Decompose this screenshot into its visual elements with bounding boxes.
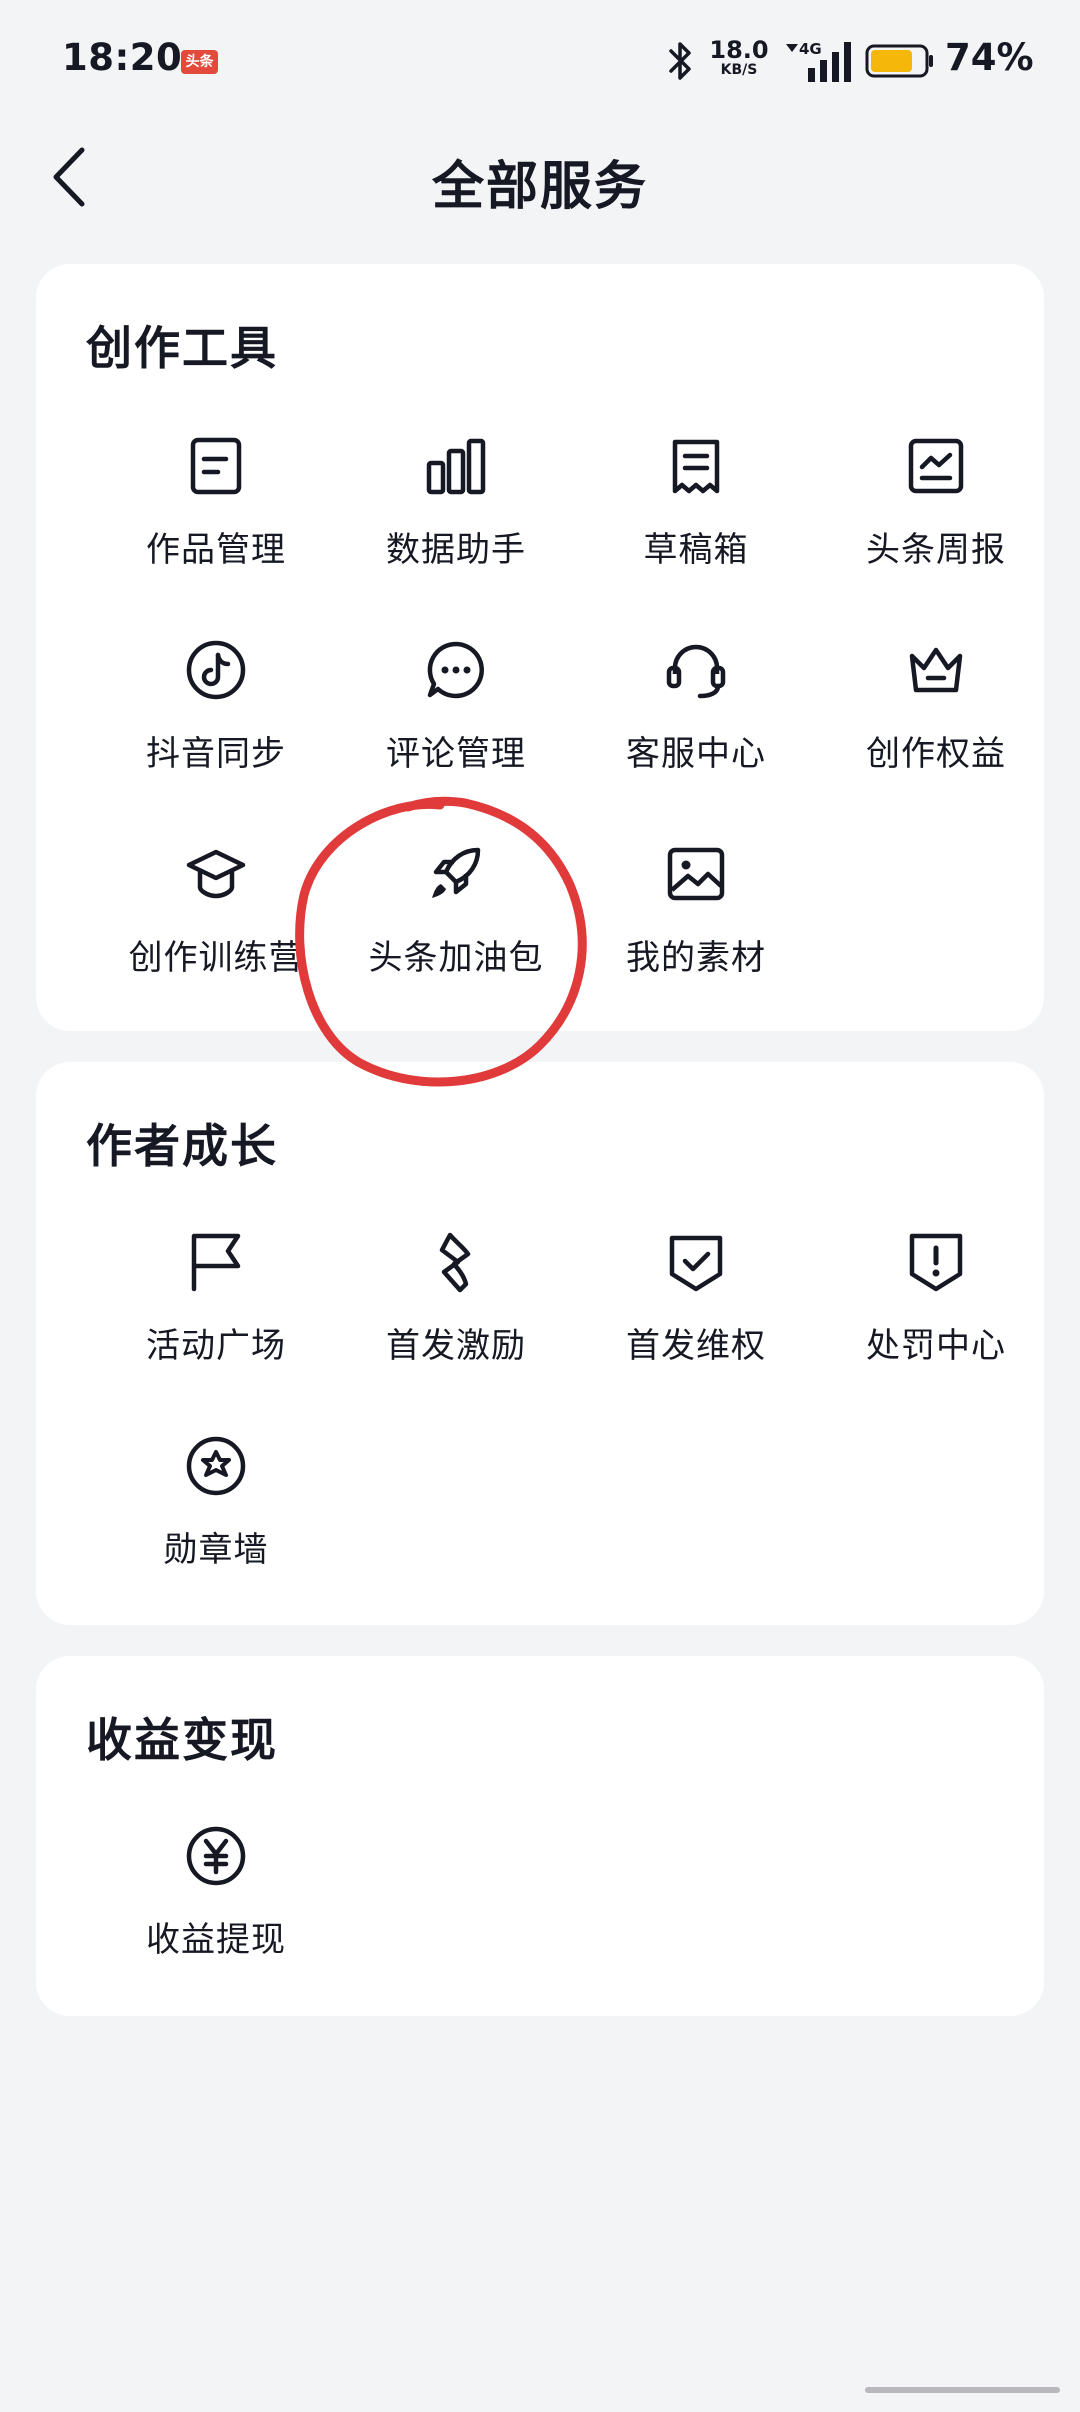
medal-icon (186, 1436, 246, 1496)
service-label: 创作权益 (866, 734, 1006, 774)
section-title: 收益变现 (86, 1713, 278, 1767)
bar-chart-icon (426, 438, 486, 495)
service-label: 首发激励 (386, 1326, 526, 1366)
service-label: 客服中心 (626, 734, 766, 774)
service-penalty-center[interactable]: 处罚中心 (816, 1232, 1056, 1412)
service-label: 创作训练营 (128, 938, 304, 978)
douyin-icon (186, 640, 246, 700)
service-medal-wall[interactable]: 勋章墙 (96, 1436, 336, 1616)
section-title: 作者成长 (86, 1119, 278, 1173)
battery-percent: 74% (945, 36, 1034, 79)
service-earnings-withdrawal[interactable]: 收益提现 (96, 1826, 336, 2006)
section-monetization: 收益变现 收益提现 (36, 1656, 1044, 2016)
draft-icon (672, 439, 720, 494)
network-type: 4G (799, 40, 822, 58)
service-label: 头条加油包 (368, 938, 544, 978)
net-speed-value: 18.0 (709, 36, 769, 64)
section-creation-tools: 创作工具 作品管理 数据助手 草稿箱 头条周报 抖音同步 评论管理 客服中心 创… (36, 264, 1044, 1031)
service-label: 收益提现 (146, 1920, 286, 1960)
section-author-growth: 作者成长 活动广场 首发激励 首发维权 处罚中心 勋章墙 (36, 1062, 1044, 1625)
service-label: 评论管理 (386, 734, 526, 774)
service-label: 活动广场 (146, 1326, 286, 1366)
net-speed: 18.0 KB/S (708, 38, 770, 77)
service-training-camp[interactable]: 创作训练营 (96, 844, 336, 1024)
service-works-management[interactable]: 作品管理 (96, 436, 336, 616)
service-label: 头条周报 (866, 530, 1006, 570)
service-copyright-protection[interactable]: 首发维权 (576, 1232, 816, 1412)
image-icon (667, 847, 725, 901)
rocket-icon (432, 847, 481, 898)
service-comment-management[interactable]: 评论管理 (336, 640, 576, 820)
service-data-assistant[interactable]: 数据助手 (336, 436, 576, 616)
service-label: 我的素材 (626, 938, 766, 978)
battery-icon (865, 44, 933, 78)
net-speed-unit: KB/S (720, 62, 758, 78)
yuan-icon (186, 1826, 246, 1886)
service-weekly-report[interactable]: 头条周报 (816, 436, 1056, 616)
service-activity-square[interactable]: 活动广场 (96, 1232, 336, 1412)
service-label: 数据助手 (386, 530, 526, 570)
signal-icon: 4G (786, 40, 851, 82)
graduation-cap-icon (186, 849, 246, 899)
home-indicator (865, 2387, 1060, 2393)
shield-check-icon (669, 1235, 723, 1292)
flag-icon (191, 1233, 241, 1292)
bluetooth-icon (669, 42, 691, 80)
service-label: 草稿箱 (643, 530, 749, 570)
page-title: 全部服务 (431, 157, 648, 217)
service-label: 首发维权 (626, 1326, 766, 1366)
service-creator-rights[interactable]: 创作权益 (816, 640, 1056, 820)
service-label: 处罚中心 (866, 1326, 1006, 1366)
status-bar: 18:20 头条 18.0 KB/S 4G 74% (0, 0, 1080, 124)
header: 全部服务 (0, 124, 1080, 224)
headset-icon (666, 644, 726, 699)
service-customer-center[interactable]: 客服中心 (576, 640, 816, 820)
lightning-icon (439, 1232, 471, 1293)
service-drafts[interactable]: 草稿箱 (576, 436, 816, 616)
report-chart-icon (908, 438, 964, 494)
service-boost-pack[interactable]: 头条加油包 (336, 844, 576, 1024)
service-label: 勋章墙 (163, 1530, 269, 1570)
document-icon (190, 437, 242, 495)
service-label: 抖音同步 (146, 734, 286, 774)
app-badge: 头条 (181, 50, 218, 74)
service-first-publish-incentive[interactable]: 首发激励 (336, 1232, 576, 1412)
service-my-materials[interactable]: 我的素材 (576, 844, 816, 1024)
section-title: 创作工具 (86, 321, 278, 375)
service-douyin-sync[interactable]: 抖音同步 (96, 640, 336, 820)
status-time: 18:20 (62, 36, 183, 79)
crown-icon (909, 647, 963, 693)
comment-icon (427, 641, 484, 699)
shield-alert-icon (909, 1233, 963, 1292)
service-label: 作品管理 (146, 530, 286, 570)
